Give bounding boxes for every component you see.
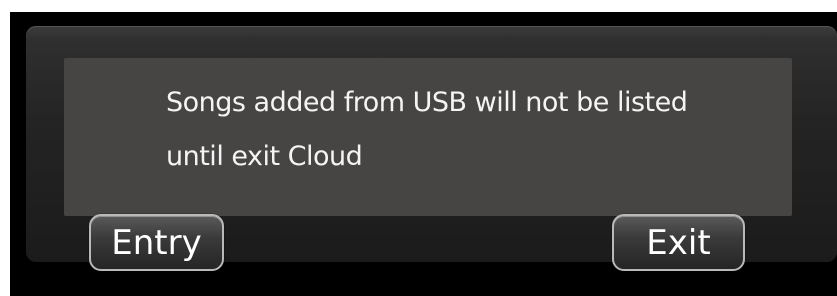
entry-button[interactable]: Entry [89, 214, 224, 271]
message-line-1: Songs added from USB will not be listed [166, 87, 688, 118]
dialog-message: Songs added from USB will not be listed … [166, 76, 766, 184]
message-line-2: until exit Cloud [166, 141, 363, 172]
message-panel: Songs added from USB will not be listed … [64, 58, 792, 216]
exit-button[interactable]: Exit [612, 214, 745, 271]
